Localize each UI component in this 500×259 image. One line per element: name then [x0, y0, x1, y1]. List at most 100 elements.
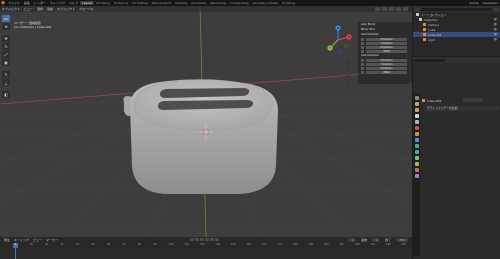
material-shading-icon[interactable]	[396, 7, 401, 11]
cursor-icon[interactable]: ⊕	[2, 23, 10, 30]
tab-geometry-nodes[interactable]: Geometry Nodes	[251, 1, 280, 5]
tab-sculpting[interactable]: Sculpting	[112, 1, 130, 5]
n-panel-tabs[interactable]	[410, 22, 412, 82]
object-name-field[interactable]	[463, 98, 483, 102]
object-menu[interactable]: オブジェクト	[55, 7, 77, 11]
tab-uv-editing[interactable]: UV Editing	[130, 1, 150, 5]
visibility-eye-icon[interactable]: 👁	[494, 28, 500, 31]
navigation-gizmo[interactable]: X Y Z	[322, 24, 354, 56]
timeline-track-area[interactable]	[0, 248, 412, 259]
view-menu[interactable]: ビュー	[22, 7, 35, 11]
transform-orientation[interactable]: グローバル	[77, 7, 96, 11]
view-layer-selector[interactable]: ViewLayer	[481, 1, 500, 5]
scale-icon[interactable]: ⤢	[2, 51, 10, 58]
tool-tab-icon[interactable]	[414, 96, 419, 100]
output-tab-icon[interactable]	[414, 108, 419, 112]
select-box-icon[interactable]: ▭	[2, 15, 10, 22]
checkbox[interactable]	[361, 58, 364, 62]
offset-field[interactable]: Offset	[366, 49, 407, 53]
measure-icon[interactable]: ⟂	[2, 79, 10, 86]
playback-menu[interactable]: 再生	[2, 238, 12, 242]
particles-tab-icon[interactable]	[414, 144, 419, 148]
menu-window[interactable]: ウィンドウ	[48, 1, 67, 5]
marker-menu[interactable]: マーカー	[44, 238, 60, 242]
timeline-view-menu[interactable]: ビュー	[31, 238, 44, 242]
checkbox[interactable]	[361, 37, 364, 41]
annotate-icon[interactable]: ✎	[2, 71, 10, 78]
tab-layout[interactable]: Layout	[80, 1, 95, 5]
filter-icon[interactable]	[494, 7, 498, 11]
data-tab-icon[interactable]	[414, 162, 419, 166]
3d-viewport[interactable]: オブジェクト ビュー 選択 追加 オブジェクト グローバル ユーザー・透視投影 …	[0, 6, 412, 237]
visibility-eye-icon[interactable]: 👁	[494, 33, 500, 36]
select-menu[interactable]: 選択	[35, 7, 45, 11]
mode-selector[interactable]: オブジェクト	[0, 7, 22, 11]
end-frame-field[interactable]: 250	[396, 237, 408, 242]
prev-key-icon[interactable]	[194, 238, 199, 241]
tab-rendering[interactable]: Rendering	[208, 1, 227, 5]
constraints-tab-icon[interactable]	[414, 156, 419, 160]
keying-menu[interactable]: キーイング	[12, 238, 31, 242]
menu-render[interactable]: レンダー	[32, 1, 48, 5]
visibility-eye-icon[interactable]: 👁	[494, 38, 500, 41]
checkbox[interactable]	[361, 70, 364, 74]
transform-icon[interactable]: ▣	[2, 59, 10, 66]
menu-edit[interactable]: 編集	[22, 1, 32, 5]
tab-compositing[interactable]: Compositing	[228, 1, 251, 5]
y-direction-field[interactable]: Y Direction	[366, 62, 407, 66]
x-direction-field[interactable]: X Direction	[366, 58, 407, 62]
tab-shading[interactable]: Shading	[173, 1, 189, 5]
rotate-icon[interactable]: ↻	[2, 43, 10, 50]
scene-tab-icon[interactable]	[414, 120, 419, 124]
offset-field[interactable]: Offset	[366, 70, 407, 74]
checkbox[interactable]	[361, 62, 364, 66]
view-layer-tab-icon[interactable]	[414, 114, 419, 118]
perspective-toggle-icon[interactable]	[345, 83, 351, 89]
tab-animation[interactable]: Animation	[189, 1, 208, 5]
z-direction-field[interactable]: Z Direction	[366, 45, 407, 49]
visibility-eye-icon[interactable]: 👁	[494, 18, 500, 21]
jump-start-icon[interactable]	[189, 238, 194, 241]
checkbox[interactable]	[361, 49, 364, 53]
outliner-item[interactable]: Light 👁	[413, 37, 500, 42]
scene-selector[interactable]: Scene	[467, 1, 480, 5]
z-direction-field[interactable]: Z Direction	[366, 66, 407, 70]
visibility-eye-icon[interactable]: 👁	[494, 23, 500, 26]
current-frame-field[interactable]: 1	[348, 237, 357, 242]
play-reverse-icon[interactable]	[199, 238, 204, 241]
modifier-tab-icon[interactable]	[414, 138, 419, 142]
xray-icon[interactable]	[382, 7, 387, 11]
tab-modeling[interactable]: Modeling	[94, 1, 112, 5]
add-menu[interactable]: 追加	[45, 7, 55, 11]
render-shading-icon[interactable]	[403, 7, 408, 11]
display-mode-icon[interactable]	[415, 7, 419, 11]
play-icon[interactable]	[204, 238, 209, 241]
checkbox[interactable]	[361, 41, 364, 45]
move-icon[interactable]: ✥	[2, 35, 10, 42]
material-tab-icon[interactable]	[414, 168, 419, 172]
next-key-icon[interactable]	[209, 238, 214, 241]
solid-shading-icon[interactable]	[389, 7, 394, 11]
menu-help[interactable]: ヘルプ	[67, 1, 80, 5]
world-tab-icon[interactable]	[414, 126, 419, 130]
jump-end-icon[interactable]	[214, 238, 219, 241]
checkbox[interactable]	[361, 45, 364, 49]
add-cube-icon[interactable]: ◧	[2, 91, 10, 98]
zoom-icon[interactable]	[345, 59, 351, 65]
start-frame-field[interactable]: 1	[372, 237, 381, 242]
properties-search-input[interactable]	[415, 58, 445, 62]
tab-scripting[interactable]: Scripting	[280, 1, 297, 5]
tab-texture-paint[interactable]: Texture Paint	[150, 1, 173, 5]
y-direction-field[interactable]: Y Direction	[366, 41, 407, 45]
physics-tab-icon[interactable]	[414, 150, 419, 154]
menu-file[interactable]: ファイル	[6, 1, 22, 5]
object-tab-icon[interactable]	[414, 132, 419, 136]
outliner-search-input[interactable]	[421, 7, 492, 11]
checkbox[interactable]	[361, 66, 364, 70]
camera-view-icon[interactable]	[345, 75, 351, 81]
texture-tab-icon[interactable]	[414, 174, 419, 178]
x-direction-field[interactable]: X Direction	[366, 37, 407, 41]
pan-icon[interactable]	[345, 67, 351, 73]
playhead-line[interactable]	[15, 248, 16, 259]
overlay-icon[interactable]	[375, 7, 380, 11]
